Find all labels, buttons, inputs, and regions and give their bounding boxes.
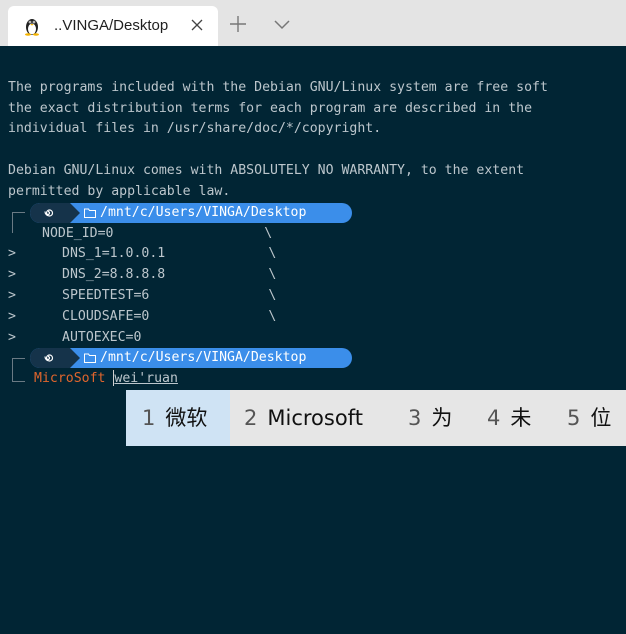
motd-line: Debian GNU/Linux comes with ABSOLUTELY N… <box>8 163 525 178</box>
command-input-line[interactable]: MicroSoft wei'ruan <box>34 369 178 389</box>
ime-candidate[interactable]: 5位 <box>567 390 611 446</box>
command-line: SPEEDTEST=6 \ <box>62 288 277 303</box>
close-icon[interactable] <box>188 16 206 34</box>
continuation-prompt: > <box>8 309 16 324</box>
command-line: DNS_2=8.8.8.8 \ <box>62 267 277 282</box>
command-line: AUTOEXEC=0 <box>62 330 142 345</box>
terminal-tab[interactable]: ..VINGA/Desktop <box>8 6 218 46</box>
spiral-icon <box>44 209 54 217</box>
continuation-prompt: > <box>8 267 16 282</box>
folder-icon <box>84 353 96 363</box>
prompt-path: /mnt/c/Users/VINGA/Desktop <box>100 350 307 365</box>
linux-penguin-icon <box>25 19 39 36</box>
ime-composition: wei'ruan <box>114 371 178 386</box>
command-line: DNS_1=1.0.0.1 \ <box>62 246 277 261</box>
prompt-segment: /mnt/c/Users/VINGA/Desktop <box>30 203 352 223</box>
continuation-prompt: > <box>8 288 16 303</box>
ime-candidate-window: 1 微软 2 Microsoft 3为 4未 5位 <box>126 390 626 446</box>
motd-line: The programs included with the Debian GN… <box>8 80 548 95</box>
motd-line: the exact distribution terms for each pr… <box>8 101 533 116</box>
command-line: NODE_ID=0 \ <box>42 226 273 241</box>
ime-candidate[interactable]: 3为 <box>408 390 452 446</box>
command-line: CLOUDSAFE=0 \ <box>62 309 277 324</box>
prompt-tree-line <box>12 212 25 233</box>
chevron-down-icon[interactable] <box>272 14 292 34</box>
prompt-tree-line <box>12 358 25 382</box>
continuation-prompt: > <box>8 330 16 345</box>
typed-text: MicroSoft <box>34 371 106 386</box>
prompt-segment: /mnt/c/Users/VINGA/Desktop <box>30 348 352 368</box>
plus-icon[interactable] <box>228 14 248 34</box>
ime-candidate[interactable]: 4未 <box>487 390 531 446</box>
continuation-prompt: > <box>8 246 16 261</box>
prompt-path: /mnt/c/Users/VINGA/Desktop <box>100 205 307 220</box>
spiral-icon <box>44 354 54 362</box>
folder-icon <box>84 208 96 218</box>
motd-line: permitted by applicable law. <box>8 184 231 199</box>
tab-bar: ..VINGA/Desktop <box>0 0 626 46</box>
terminal-output[interactable]: The programs included with the Debian GN… <box>0 46 626 634</box>
ime-candidate[interactable]: 2 Microsoft <box>244 390 363 446</box>
motd-line: individual files in /usr/share/doc/*/cop… <box>8 121 382 136</box>
tab-title: ..VINGA/Desktop <box>54 17 169 34</box>
ime-candidate[interactable]: 1 微软 <box>126 390 230 446</box>
